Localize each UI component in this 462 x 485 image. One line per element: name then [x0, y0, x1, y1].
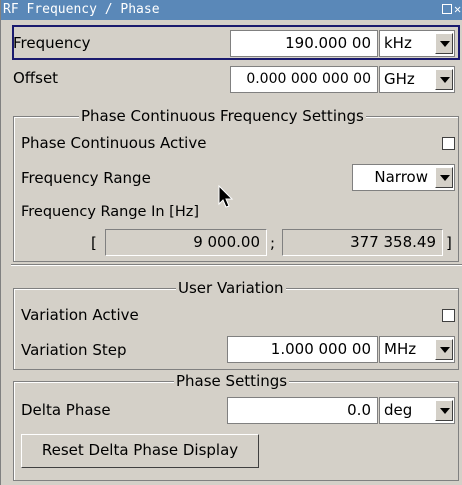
phase-settings-group-title: Phase Settings: [174, 372, 290, 390]
variation-step-unit-value: MHz: [384, 340, 417, 358]
offset-input[interactable]: 0.000 000 000 00: [230, 66, 378, 93]
range-separator: ;: [270, 234, 276, 252]
frequency-range-value: Narrow: [374, 168, 428, 186]
phase-continuous-active-checkbox[interactable]: [442, 137, 455, 150]
chevron-down-icon[interactable]: [435, 33, 453, 54]
frequency-unit-value: kHz: [384, 34, 412, 52]
frequency-range-label: Frequency Range: [21, 169, 151, 187]
offset-unit-value: GHz: [384, 70, 415, 88]
variation-active-checkbox[interactable]: [442, 309, 455, 322]
window-title: RF Frequency / Phase: [3, 2, 160, 17]
variation-step-label: Variation Step: [21, 341, 127, 359]
reset-delta-phase-button[interactable]: Reset Delta Phase Display: [21, 434, 259, 468]
phase-continuous-group-title: Phase Continuous Frequency Settings: [79, 107, 366, 125]
chevron-down-icon[interactable]: [435, 69, 453, 90]
delta-phase-label: Delta Phase: [21, 401, 111, 419]
delta-phase-unit-value: deg: [384, 401, 413, 419]
range-bracket-open: [: [91, 234, 97, 252]
range-min-value: 9 000.00: [105, 229, 267, 256]
divider: [11, 264, 462, 266]
offset-label: Offset: [13, 69, 59, 87]
chevron-down-icon[interactable]: [435, 400, 453, 421]
chevron-down-icon[interactable]: [435, 339, 453, 360]
user-variation-group-title: User Variation: [176, 279, 286, 297]
title-bar[interactable]: RF Frequency / Phase ✕: [1, 0, 462, 20]
frequency-range-hz-label: Frequency Range In [Hz]: [21, 204, 199, 220]
chevron-down-icon[interactable]: [435, 167, 453, 188]
mouse-pointer-icon: [218, 185, 234, 208]
delta-phase-input[interactable]: 0.0: [227, 397, 378, 424]
phase-continuous-active-label: Phase Continuous Active: [21, 134, 207, 152]
range-bracket-close: ]: [446, 234, 452, 252]
range-max-value: 377 358.49: [282, 229, 443, 256]
close-icon[interactable]: ✕: [454, 3, 462, 15]
variation-active-label: Variation Active: [21, 306, 139, 324]
variation-step-input[interactable]: 1.000 000 00: [227, 336, 378, 363]
frequency-label: Frequency: [13, 34, 91, 52]
maximize-icon[interactable]: [442, 4, 452, 14]
rf-frequency-phase-window: RF Frequency / Phase ✕ Frequency 190.000…: [0, 0, 462, 485]
frequency-input[interactable]: 190.000 00: [230, 30, 378, 57]
